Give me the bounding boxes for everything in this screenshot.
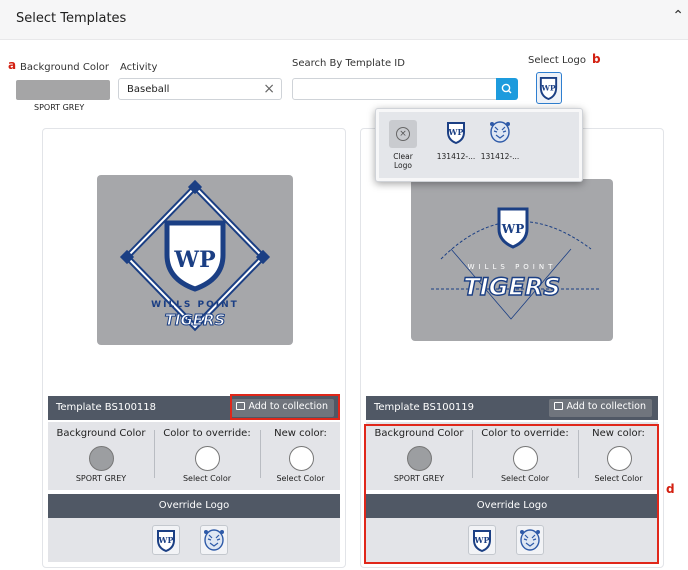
popup-logo-option-1[interactable]: WP (443, 118, 469, 150)
color-options-1: Background Color SPORT GREY Color to ove… (48, 422, 340, 490)
svg-text:WP: WP (540, 83, 556, 92)
select-logo-button[interactable]: WP (536, 72, 562, 104)
annotation-d: d (666, 482, 675, 496)
search-label: Search By Template ID (292, 58, 405, 69)
svg-text:WILLS POINT: WILLS POINT (468, 263, 557, 271)
activity-select[interactable]: Baseball × (118, 78, 282, 100)
tiger-logo-option[interactable] (200, 525, 228, 555)
background-color-value: SPORT GREY (34, 103, 85, 112)
section-title: Select Templates (16, 11, 127, 26)
templates-section-header[interactable]: Select Templates ⌃ (0, 0, 688, 40)
clear-icon[interactable]: × (263, 81, 275, 97)
highlight-box-c (230, 394, 340, 420)
wp-shield-icon: WP (157, 530, 175, 553)
color-to-override-column: Color to override: Select Color (155, 422, 259, 490)
background-color-label: Background Color (20, 62, 109, 73)
template-art-2[interactable]: WP WILLS POINT TIGERS (411, 179, 613, 341)
search-button[interactable] (496, 78, 518, 100)
collection-icon (554, 402, 564, 410)
new-color-column: New color: Select Color (261, 422, 340, 490)
svg-text:WP: WP (501, 222, 525, 236)
highlight-box-d (364, 424, 659, 564)
popup-logo-label-1: 131412-... (436, 152, 476, 161)
annotation-b: b (592, 52, 601, 66)
column-header: Color to override: (163, 428, 251, 439)
stadium-tigers-art: WP WILLS POINT TIGERS (431, 207, 601, 320)
clear-logo-label: Clear Logo (393, 152, 413, 170)
svg-text:WP: WP (173, 247, 215, 273)
diamond-logo-art: WP WILLS POINT TIGERS (119, 179, 271, 332)
column-caption: SPORT GREY (75, 474, 127, 483)
color-circle[interactable] (89, 446, 114, 471)
template-bar-2: Template BS100119 Add to collection (366, 396, 658, 420)
select-logo-label: Select Logo (528, 55, 587, 66)
search-icon (501, 83, 512, 94)
svg-text:TIGERS: TIGERS (463, 273, 560, 301)
logo-popup: × Clear Logo WP 131412-... 131412-... (375, 108, 583, 182)
background-color-swatch[interactable] (16, 80, 110, 100)
wp-shield-icon: WP (539, 76, 558, 101)
wp-logo-option[interactable]: WP (152, 525, 180, 555)
svg-text:WP: WP (158, 535, 174, 545)
color-circle[interactable] (195, 446, 220, 471)
add-to-collection-button-2[interactable]: Add to collection (549, 399, 652, 417)
override-logos-1: WP (48, 518, 340, 562)
activity-value: Baseball (127, 84, 170, 95)
tiger-head-icon (490, 121, 510, 143)
svg-text:WILLS POINT: WILLS POINT (151, 300, 239, 310)
svg-text:WP: WP (448, 127, 464, 137)
svg-text:TIGERS: TIGERS (165, 311, 226, 329)
search-input[interactable] (292, 78, 498, 100)
template-name-2: Template BS100119 (374, 402, 475, 413)
tiger-head-icon (204, 529, 224, 551)
column-header: New color: (274, 428, 327, 439)
activity-label: Activity (120, 62, 158, 73)
annotation-a: a (8, 58, 17, 72)
template-name-1: Template BS100118 (56, 402, 157, 413)
column-caption: Select Color (276, 474, 325, 483)
template-art-1[interactable]: WP WILLS POINT TIGERS (97, 175, 293, 345)
color-circle[interactable] (288, 446, 314, 471)
chevron-up-icon[interactable]: ⌃ (672, 8, 684, 24)
wp-shield-icon: WP (447, 122, 465, 145)
column-caption: Select Color (182, 474, 232, 483)
override-logo-header-1: Override Logo (48, 494, 340, 518)
clear-icon: × (396, 127, 410, 141)
background-color-column: Background Color SPORT GREY (48, 422, 154, 490)
clear-logo-button[interactable]: × (389, 120, 417, 148)
logo-popup-body: × Clear Logo WP 131412-... 131412-... (379, 112, 579, 178)
popup-logo-option-2[interactable] (487, 118, 513, 150)
column-header: Background Color (56, 428, 146, 439)
add-to-collection-label: Add to collection (566, 401, 646, 412)
popup-logo-label-2: 131412-... (480, 152, 520, 161)
